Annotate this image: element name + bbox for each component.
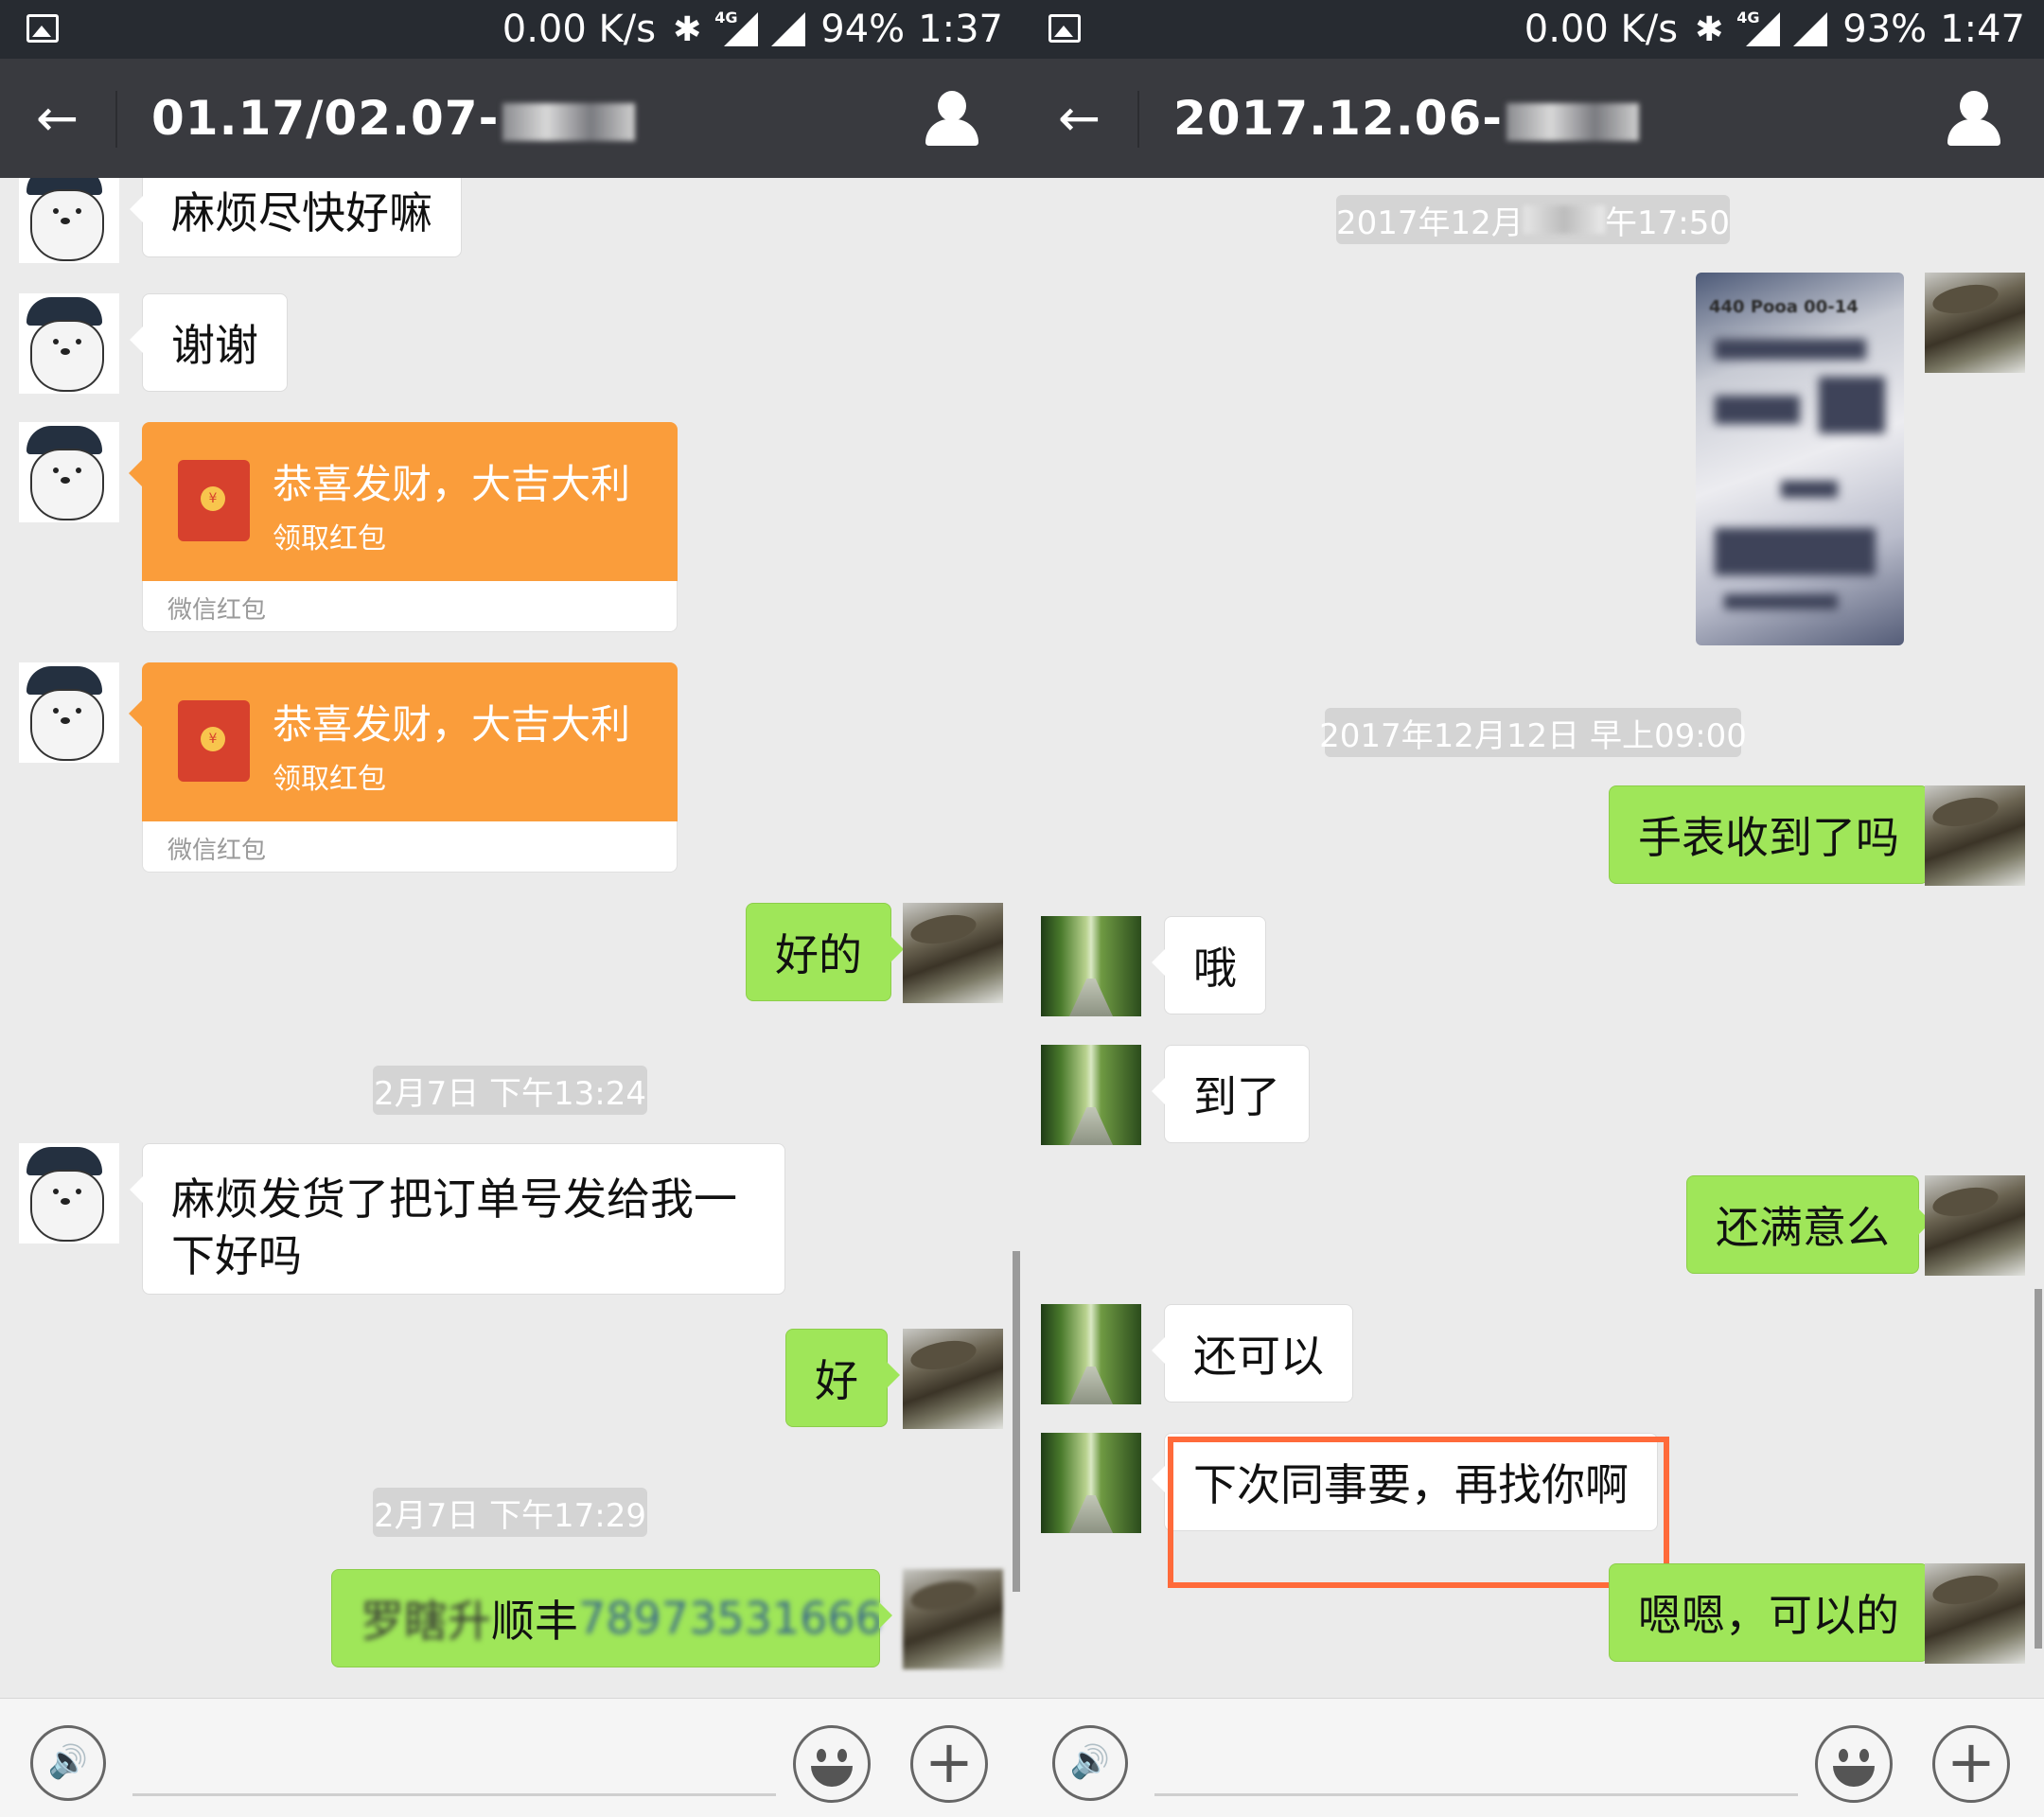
contact-avatar[interactable]: [1041, 916, 1141, 1016]
tracking-number[interactable]: 78973531666: [578, 1593, 883, 1644]
plus-icon[interactable]: +: [910, 1725, 988, 1803]
scrollbar[interactable]: [1013, 1251, 1020, 1592]
network-speed: 0.00 K/s: [1524, 8, 1679, 51]
timestamp: 2017年12月 午17:50: [1336, 195, 1730, 244]
timestamp-time: 午17:50: [1605, 203, 1730, 242]
status-bar: 0.00 K/s ✱ 4G 94% 1:37: [0, 0, 1022, 59]
chat-header: ← 01.17/02.07-: [0, 59, 1022, 178]
timestamp-date: 2017年12月: [1336, 203, 1524, 242]
blurred-name: [502, 102, 636, 141]
text-input[interactable]: [132, 1793, 776, 1796]
chat-title: 2017.12.06-: [1173, 85, 1640, 151]
clock: 1:47: [1940, 8, 2025, 51]
image-message[interactable]: 440 Pooa 00-14: [1696, 273, 1904, 645]
self-avatar[interactable]: [1925, 785, 2025, 886]
timestamp: 2月7日 下午13:24: [373, 1066, 647, 1115]
contact-avatar[interactable]: [19, 1143, 119, 1244]
contact-avatar[interactable]: [1041, 1304, 1141, 1404]
red-packet-message[interactable]: ¥ 恭喜发财，大吉大利 领取红包 微信红包: [129, 422, 678, 632]
message-bubble[interactable]: 好: [785, 1329, 900, 1427]
red-envelope-icon: ¥: [178, 700, 250, 782]
back-arrow-icon[interactable]: ←: [36, 93, 79, 144]
message-list[interactable]: 麻烦尽快好嘛 谢谢 ¥ 恭喜发财，大吉大利 领取红包 微信红包 ¥ 恭喜发财，大…: [0, 178, 1022, 1698]
right-screen: 0.00 K/s ✱ 4G 93% 1:47 ← 2017.12.06- 201…: [1022, 0, 2044, 1817]
image-notification-icon: [26, 14, 59, 43]
battery-level: 94%: [820, 8, 906, 51]
contact-avatar[interactable]: [19, 293, 119, 394]
message-bubble[interactable]: 麻烦尽快好嘛: [130, 178, 462, 257]
blurred-name: [1507, 102, 1640, 141]
contact-avatar[interactable]: [19, 178, 119, 263]
self-avatar[interactable]: [903, 903, 1003, 1003]
message-bubble[interactable]: 嗯嗯，可以的: [1609, 1563, 1941, 1662]
message-bubble[interactable]: 罗瞎升 顺丰 78973531666: [331, 1569, 892, 1667]
bluetooth-icon: ✱: [1695, 9, 1724, 49]
clock: 1:37: [918, 8, 1003, 51]
courier-label: 顺丰: [491, 1596, 578, 1647]
self-avatar[interactable]: [1925, 273, 2025, 373]
image-notification-icon: [1048, 14, 1081, 43]
battery-level: 93%: [1842, 8, 1928, 51]
message-bubble[interactable]: 到了: [1152, 1045, 1310, 1143]
red-envelope-icon: ¥: [178, 460, 250, 541]
message-bubble[interactable]: 手表收到了吗: [1609, 785, 1941, 884]
contact-avatar[interactable]: [19, 662, 119, 763]
emoji-icon[interactable]: [1815, 1725, 1893, 1803]
left-screen: 0.00 K/s ✱ 4G 94% 1:37 ← 01.17/02.07- 麻烦…: [0, 0, 1022, 1817]
receipt-header: 440 Pooa 00-14: [1709, 297, 1859, 317]
message-bubble[interactable]: 谢谢: [130, 293, 288, 392]
contact-avatar[interactable]: [19, 422, 119, 522]
divider: [115, 91, 117, 148]
input-bar: 🔊 +: [0, 1698, 1022, 1817]
signal-icon: [771, 12, 806, 46]
status-bar: 0.00 K/s ✱ 4G 93% 1:47: [1022, 0, 2044, 59]
blurred-timestamp: [1523, 205, 1606, 234]
highlight-box: [1168, 1437, 1669, 1588]
contact-profile-icon[interactable]: [924, 91, 980, 148]
contact-avatar[interactable]: [1041, 1045, 1141, 1145]
self-avatar[interactable]: [903, 1569, 1003, 1669]
voice-input-icon[interactable]: 🔊: [30, 1725, 106, 1801]
message-list[interactable]: 2017年12月 午17:50 440 Pooa 00-14 2017年12月12…: [1022, 178, 2044, 1698]
blurred-name: 罗瞎升: [361, 1596, 491, 1647]
message-bubble[interactable]: 哦: [1152, 916, 1266, 1014]
red-packet-text: 恭喜发财，大吉大利: [273, 701, 631, 748]
contact-avatar[interactable]: [1041, 1433, 1141, 1533]
timestamp: 2017年12月12日 早上09:00: [1319, 708, 1747, 757]
self-avatar[interactable]: [1925, 1563, 2025, 1664]
signal-icon: [1793, 12, 1828, 46]
chat-header: ← 2017.12.06-: [1022, 59, 2044, 178]
network-speed: 0.00 K/s: [502, 8, 657, 51]
red-packet-footer: 微信红包: [167, 837, 267, 865]
signal-4g-icon: 4G: [714, 9, 759, 48]
timestamp: 2月7日 下午17:29: [373, 1488, 647, 1537]
bluetooth-icon: ✱: [673, 9, 702, 49]
message-bubble[interactable]: 还满意么: [1686, 1175, 1931, 1274]
chat-title: 01.17/02.07-: [151, 85, 636, 151]
contact-profile-icon[interactable]: [1946, 91, 2002, 148]
chat-title-text: 01.17/02.07-: [151, 91, 500, 146]
self-avatar[interactable]: [1925, 1175, 2025, 1276]
scrollbar[interactable]: [2035, 1289, 2042, 1649]
message-bubble[interactable]: 好的: [746, 903, 904, 1001]
self-avatar[interactable]: [903, 1329, 1003, 1429]
red-packet-message[interactable]: ¥ 恭喜发财，大吉大利 领取红包 微信红包: [129, 662, 678, 873]
red-packet-text: 恭喜发财，大吉大利: [273, 461, 631, 507]
chat-title-text: 2017.12.06-: [1173, 91, 1504, 146]
red-packet-footer: 微信红包: [167, 596, 267, 625]
red-packet-action: 领取红包: [273, 522, 386, 556]
red-packet-action: 领取红包: [273, 763, 386, 796]
voice-input-icon[interactable]: 🔊: [1052, 1725, 1128, 1801]
plus-icon[interactable]: +: [1932, 1725, 2010, 1803]
divider: [1137, 91, 1139, 148]
input-bar: 🔊 +: [1022, 1698, 2044, 1817]
signal-4g-icon: 4G: [1736, 9, 1781, 48]
text-input[interactable]: [1154, 1793, 1798, 1796]
message-bubble[interactable]: 麻烦发货了把订单号发给我一下好吗: [130, 1143, 785, 1295]
emoji-icon[interactable]: [793, 1725, 871, 1803]
message-bubble[interactable]: 还可以: [1152, 1304, 1353, 1402]
back-arrow-icon[interactable]: ←: [1058, 93, 1101, 144]
